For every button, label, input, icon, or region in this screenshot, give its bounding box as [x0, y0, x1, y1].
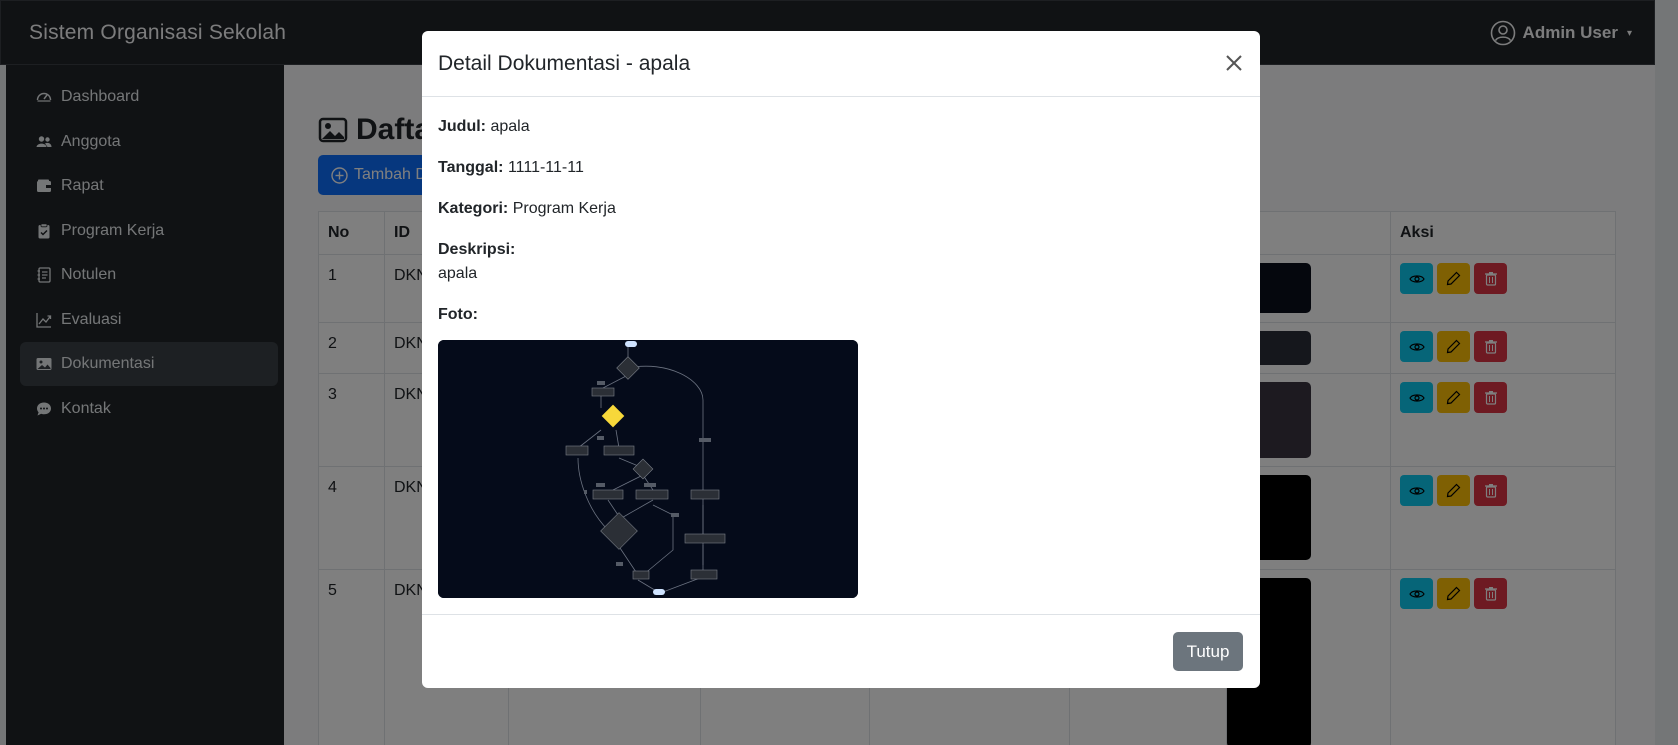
field-tanggal: Tanggal: 1111-11-11 [438, 156, 1244, 180]
modal-footer: Tutup [422, 614, 1260, 688]
field-value: apala [438, 265, 478, 282]
detail-modal: Detail Dokumentasi - apala Judul: apala … [422, 31, 1260, 688]
field-label: Tanggal: [438, 159, 504, 176]
modal-title: Detail Dokumentasi - apala [438, 52, 691, 75]
field-judul: Judul: apala [438, 115, 1244, 139]
close-modal-button[interactable]: Tutup [1173, 632, 1243, 671]
field-value: 1111-11-11 [507, 159, 584, 176]
field-foto: Foto: [438, 303, 1244, 327]
modal-header: Detail Dokumentasi - apala [422, 31, 1260, 97]
documentation-photo [438, 340, 858, 598]
field-kategori: Kategori: Program Kerja [438, 197, 1244, 221]
modal-body: Judul: apala Tanggal: 1111-11-11 Kategor… [422, 97, 1260, 327]
field-label: Deskripsi: [438, 241, 516, 258]
field-label: Kategori: [438, 200, 509, 217]
field-deskripsi: Deskripsi: apala [438, 238, 1244, 286]
close-icon[interactable] [1222, 51, 1246, 75]
field-value: apala [490, 118, 530, 135]
field-value: Program Kerja [512, 200, 616, 217]
field-label: Foto: [438, 306, 478, 323]
field-label: Judul: [438, 118, 486, 135]
